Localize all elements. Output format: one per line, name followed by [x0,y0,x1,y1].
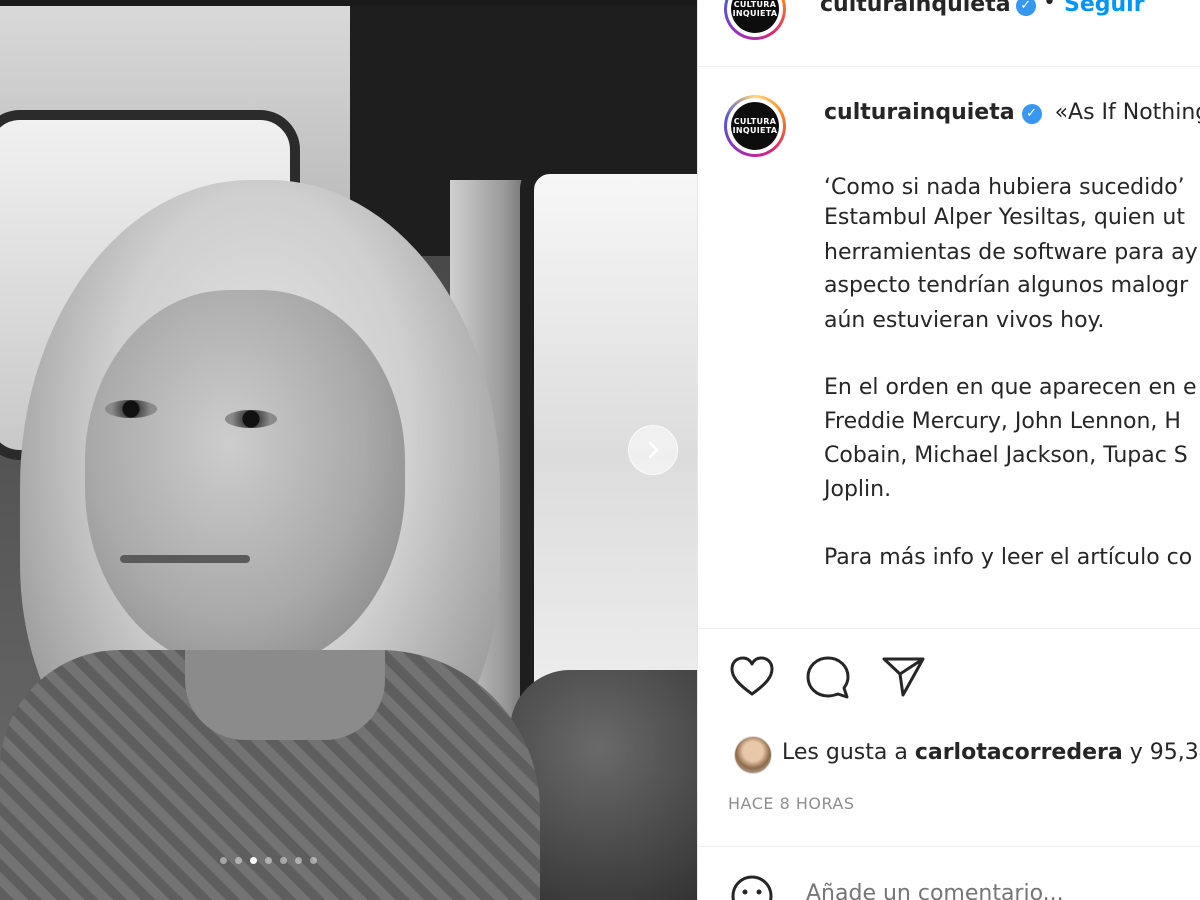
caption-line: Joplin. [824,477,892,502]
comment-icon [806,656,850,699]
follow-button[interactable]: Seguir [1064,0,1145,17]
portrait-left-eye [105,400,157,418]
caption-line: Freddie Mercury, John Lennon, H [824,409,1181,434]
profile-avatar[interactable]: CULTURA INQUIETA [724,0,786,40]
post-photo[interactable] [0,0,697,900]
carousel-dot [265,857,272,864]
divider [698,846,1200,847]
comment-button[interactable] [806,656,850,704]
caption-avatar-logo: CULTURA INQUIETA [731,102,779,150]
carousel-dot [310,857,317,864]
portrait-collar [185,650,385,740]
verified-badge-icon: ✓ [1015,0,1036,16]
avatar-logo: CULTURA INQUIETA [731,0,779,33]
post-timestamp[interactable]: HACE 8 HORAS [728,794,855,813]
carousel-next-button[interactable] [628,425,678,475]
caption-username[interactable]: culturainquieta [824,100,1015,125]
emoji-icon [731,875,773,900]
header-username[interactable]: culturainquieta [820,0,1011,17]
caption-line: Estambul Alper Yesiltas, quien ut [824,205,1185,230]
liker-username[interactable]: carlotacorredera [915,740,1123,765]
carousel-dot [250,857,257,864]
likes-summary: Les gusta a carlotacorredera y 95,34 [782,740,1200,765]
header-separator: • [1043,0,1056,15]
heart-icon [730,656,774,696]
verified-badge-icon: ✓ [1021,104,1042,124]
share-button[interactable] [882,656,926,702]
caption-line: herramientas de software para ay [824,240,1198,265]
carousel-dot [295,857,302,864]
portrait-face [85,290,405,670]
emoji-button[interactable] [730,874,774,900]
caption-header: culturainquieta ✓ «As If Nothing [824,100,1200,125]
portrait-mouth [120,555,250,563]
divider [698,628,1200,629]
portrait-right-eye [225,410,277,428]
caption-title: «As If Nothing [1054,100,1200,125]
liker-avatar[interactable] [734,736,772,774]
carousel-dot [220,857,227,864]
caption-line: En el orden en que aparecen en e [824,375,1197,400]
post-side-panel: CULTURA INQUIETA culturainquieta ✓ • Seg… [697,0,1200,900]
comment-input[interactable] [804,880,1188,900]
chevron-right-icon [648,441,659,459]
caption-line: Para más info y leer el artículo co [824,545,1193,570]
carousel-dot [235,857,242,864]
like-button[interactable] [730,656,774,702]
send-icon [882,657,925,697]
caption-line: aspecto tendrían algunos malogr [824,273,1189,298]
caption-line: aún estuvieran vivos hoy. [824,308,1105,333]
carousel-indicator [220,857,317,864]
caption-avatar[interactable]: CULTURA INQUIETA [724,95,786,157]
carousel-dot [280,857,287,864]
post-header: CULTURA INQUIETA culturainquieta ✓ • Seg… [698,0,1200,67]
caption-line: Cobain, Michael Jackson, Tupac S [824,443,1188,468]
